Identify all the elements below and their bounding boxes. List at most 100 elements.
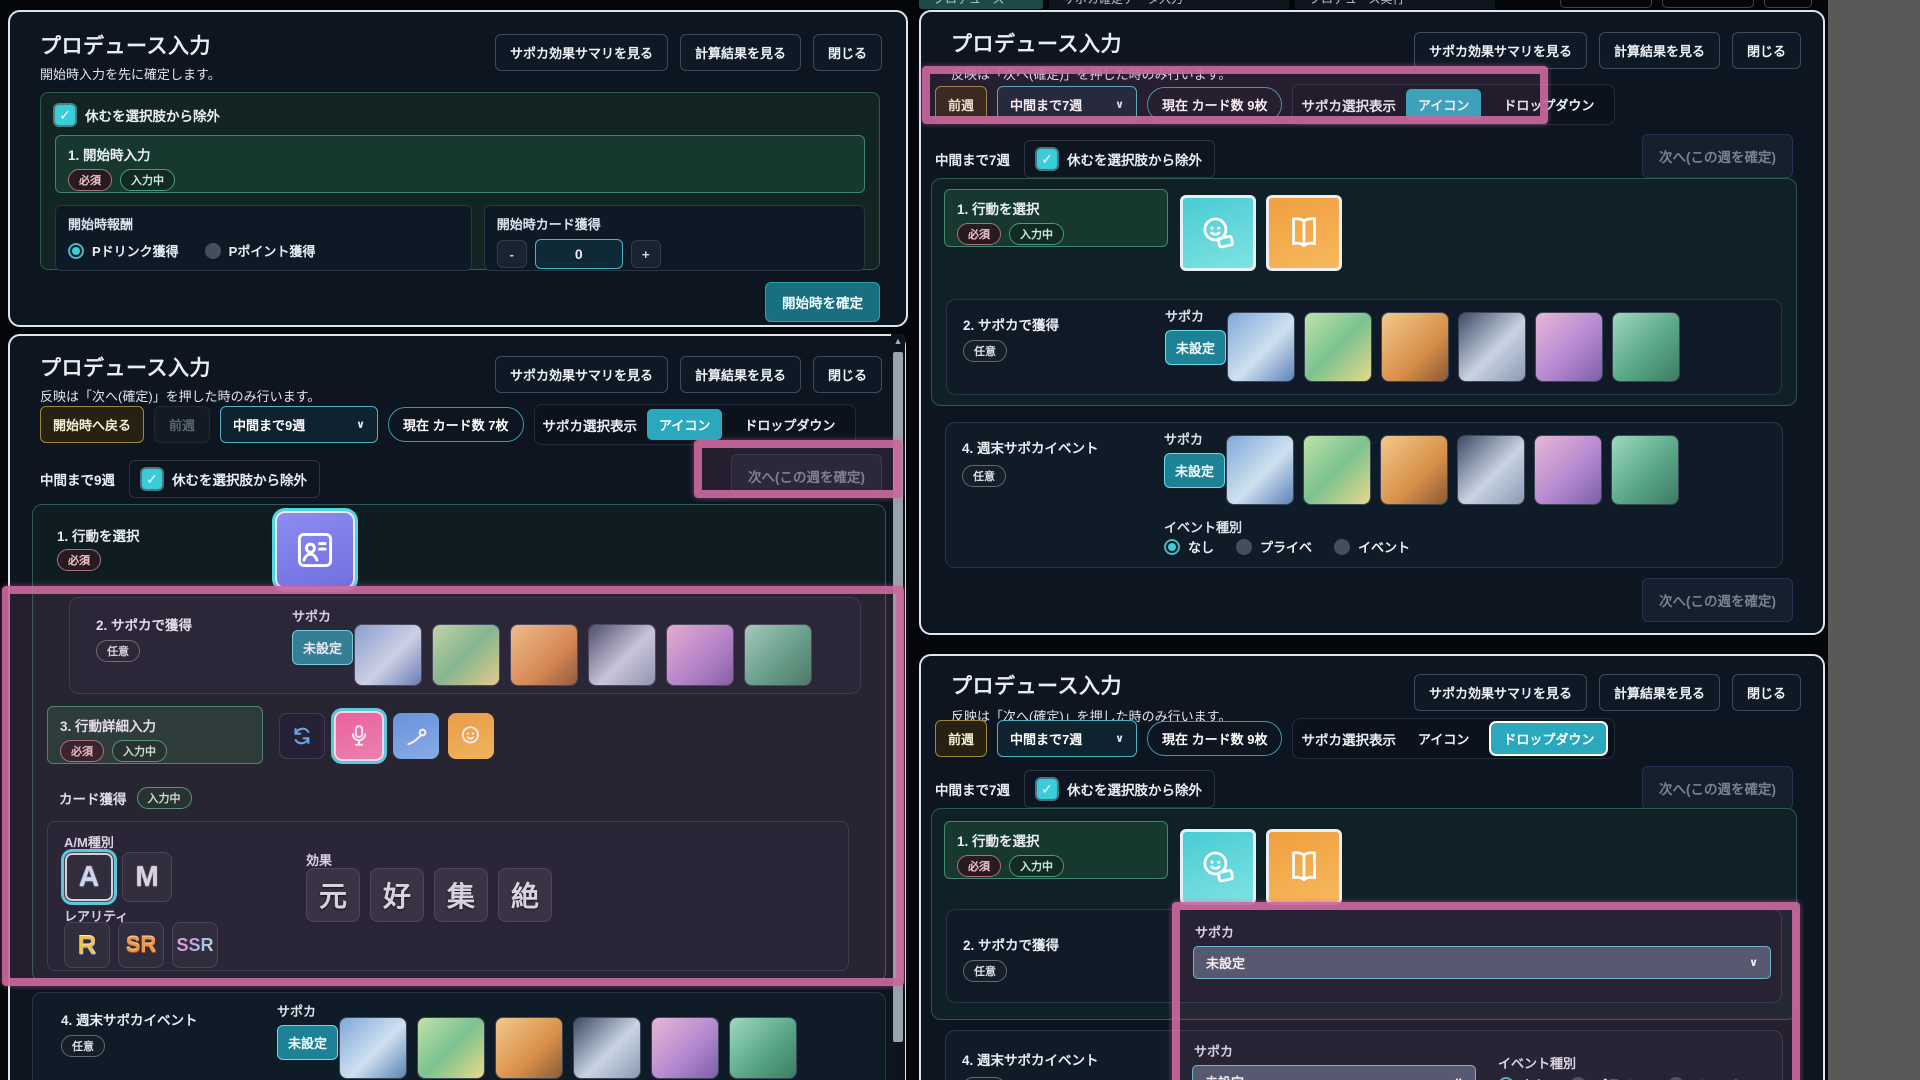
supoka-card-thumb[interactable] <box>1304 312 1372 382</box>
close-button[interactable]: 閉じる <box>813 34 882 71</box>
week-select[interactable]: 中間まで7週∨ <box>997 720 1137 757</box>
scroll-up-icon[interactable]: ▲ <box>891 336 905 346</box>
supoka-unset-button[interactable]: 未設定 <box>1165 330 1226 365</box>
action-lesson-icon[interactable] <box>275 511 355 589</box>
week-select[interactable]: 中間まで7週∨ <box>997 86 1137 123</box>
supoka-card-thumb[interactable] <box>354 624 422 686</box>
tab-supoka-data[interactable]: サポカ確定データ入力 <box>1049 0 1289 9</box>
mode-dropdown-button[interactable]: ドロップダウン <box>732 409 847 440</box>
calc-results-button[interactable]: 計算結果を見る <box>680 356 801 393</box>
supoka-card-thumb[interactable] <box>1303 435 1371 505</box>
supoka-card-thumb[interactable] <box>1380 435 1448 505</box>
supoka-card-thumb[interactable] <box>432 624 500 686</box>
calc-results-button[interactable]: 計算結果を見る <box>1599 32 1720 69</box>
supoka-dropdown[interactable]: 未設定 ∨ <box>1192 1065 1476 1080</box>
event-event-radio[interactable]: イベント <box>1334 537 1410 556</box>
week-select[interactable]: 中間まで9週∨ <box>220 406 378 443</box>
calc-results-button[interactable]: 計算結果を見る <box>1599 674 1720 711</box>
mode-dropdown-button[interactable]: ドロップダウン <box>1491 89 1606 120</box>
supoka-card-thumb[interactable] <box>339 1017 407 1079</box>
supoka-card-thumb[interactable] <box>1612 312 1680 382</box>
event-event-radio[interactable]: イベント <box>1668 1075 1744 1080</box>
stepper-plus-button[interactable]: + <box>631 240 661 268</box>
exclude-rest-checkbox[interactable] <box>55 105 75 125</box>
supoka-unset-button[interactable]: 未設定 <box>292 630 353 665</box>
supoka-card-thumb[interactable] <box>588 624 656 686</box>
next-week-button[interactable]: 次へ(この週を確定) <box>1642 578 1793 622</box>
prev-week-button[interactable]: 前週 <box>154 406 210 443</box>
supoka-card-thumb[interactable] <box>1534 435 1602 505</box>
event-private-radio[interactable]: プライベ <box>1570 1075 1646 1080</box>
exclude-rest-box[interactable]: 休むを選択肢から除外 <box>1024 140 1215 178</box>
supoka-card-thumb[interactable] <box>729 1017 797 1079</box>
supoka-dropdown[interactable]: 未設定 ∨ <box>1193 946 1771 979</box>
mode-icon-button[interactable]: アイコン <box>1406 723 1481 754</box>
tab-produce-exec[interactable]: プロデュース実行 <box>1295 0 1495 9</box>
prev-week-button[interactable]: 前週 <box>935 86 987 123</box>
stepper-minus-button[interactable]: - <box>497 240 527 268</box>
supoka-card-thumb[interactable] <box>666 624 734 686</box>
supoka-card-thumb[interactable] <box>1227 312 1295 382</box>
mode-icon-button[interactable]: アイコン <box>1406 89 1481 120</box>
vocal-lesson-icon[interactable] <box>334 711 384 761</box>
calc-results-button[interactable]: 計算結果を見る <box>680 34 801 71</box>
effect-zekkouchou-tile[interactable]: 絶 <box>498 868 552 922</box>
auto-refresh-icon[interactable] <box>279 713 325 759</box>
rarity-ssr-tile[interactable]: SSR <box>172 922 218 968</box>
effect-genki-tile[interactable]: 元 <box>306 868 360 922</box>
class-action-icon[interactable] <box>1266 195 1342 271</box>
scrollbar-thumb[interactable] <box>893 352 903 1042</box>
mode-dropdown-button[interactable]: ドロップダウン <box>1491 723 1606 754</box>
event-none-radio[interactable]: なし <box>1498 1075 1548 1080</box>
close-button[interactable]: 閉じる <box>813 356 882 393</box>
reward-drink-radio[interactable]: Pドリンク獲得 <box>68 241 179 260</box>
dance-lesson-icon[interactable] <box>393 713 439 759</box>
exclude-rest-checkbox[interactable] <box>1037 149 1057 169</box>
supoka-unset-button[interactable]: 未設定 <box>1164 453 1225 488</box>
event-none-radio[interactable]: なし <box>1164 537 1214 556</box>
supoka-card-thumb[interactable] <box>573 1017 641 1079</box>
confirm-start-button[interactable]: 開始時を確定 <box>765 282 880 322</box>
event-private-radio[interactable]: プライベ <box>1236 537 1312 556</box>
supoka-card-thumb[interactable] <box>1381 312 1449 382</box>
tab-produce[interactable]: プロデュース <box>919 0 1043 9</box>
reward-point-radio[interactable]: Pポイント獲得 <box>205 241 316 260</box>
exclude-rest-box[interactable]: 休むを選択肢から除外 <box>129 460 320 498</box>
next-week-button[interactable]: 次へ(この週を確定) <box>1642 134 1793 178</box>
close-button[interactable]: 閉じる <box>1732 674 1801 711</box>
vertical-scrollbar[interactable]: ▲ <box>891 334 905 1080</box>
effect-shuuchuu-tile[interactable]: 集 <box>434 868 488 922</box>
rarity-r-tile[interactable]: R <box>64 922 110 968</box>
supoka-summary-button[interactable]: サポカ効果サマリを見る <box>1414 32 1587 69</box>
supoka-card-thumb[interactable] <box>417 1017 485 1079</box>
close-button[interactable]: 閉じる <box>1732 32 1801 69</box>
mode-icon-button[interactable]: アイコン <box>647 409 722 440</box>
supoka-card-thumb[interactable] <box>744 624 812 686</box>
exclude-rest-checkbox[interactable] <box>142 469 162 489</box>
supoka-card-thumb[interactable] <box>1611 435 1679 505</box>
supoka-card-thumb[interactable] <box>495 1017 563 1079</box>
supoka-card-thumb[interactable] <box>1535 312 1603 382</box>
rarity-sr-tile[interactable]: SR <box>118 922 164 968</box>
prev-week-button[interactable]: 前週 <box>935 720 987 757</box>
supoka-card-thumb[interactable] <box>1226 435 1294 505</box>
next-week-button[interactable]: 次へ(この週を確定) <box>731 454 882 498</box>
card-count-input[interactable]: 0 <box>535 239 623 269</box>
supoka-card-thumb[interactable] <box>651 1017 719 1079</box>
exclude-rest-checkbox[interactable] <box>1037 779 1057 799</box>
back-to-start-button[interactable]: 開始時へ戻る <box>40 406 144 443</box>
effect-kouchou-tile[interactable]: 好 <box>370 868 424 922</box>
supoka-card-thumb[interactable] <box>1457 435 1525 505</box>
supoka-card-thumb[interactable] <box>510 624 578 686</box>
supoka-summary-button[interactable]: サポカ効果サマリを見る <box>1414 674 1587 711</box>
supoka-unset-button[interactable]: 未設定 <box>277 1025 338 1060</box>
supoka-card-thumb[interactable] <box>1458 312 1526 382</box>
visual-lesson-icon[interactable] <box>448 713 494 759</box>
class-action-icon[interactable] <box>1266 829 1342 905</box>
supoka-summary-button[interactable]: サポカ効果サマリを見る <box>495 34 668 71</box>
outing-action-icon[interactable] <box>1180 195 1256 271</box>
am-m-tile[interactable]: M <box>122 852 172 902</box>
outing-action-icon[interactable] <box>1180 829 1256 905</box>
supoka-summary-button[interactable]: サポカ効果サマリを見る <box>495 356 668 393</box>
exclude-rest-box[interactable]: 休むを選択肢から除外 <box>1024 770 1215 808</box>
